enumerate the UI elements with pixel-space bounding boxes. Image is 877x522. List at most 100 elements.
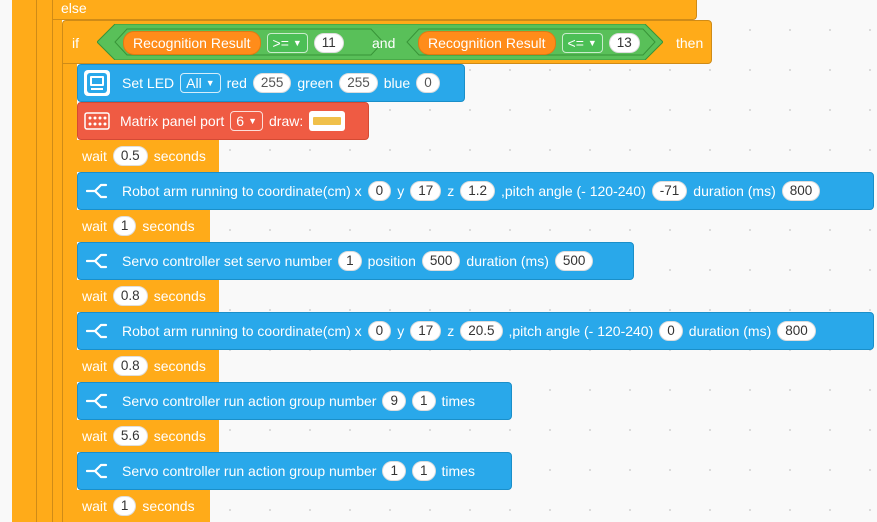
led-target-value: All bbox=[186, 75, 202, 91]
robot-arm-coordinate-block-2[interactable]: Robot arm running to coordinate(cm) x 0 … bbox=[77, 312, 874, 350]
led-blue-input[interactable]: 0 bbox=[416, 73, 440, 93]
matrix-prefix: Matrix panel port bbox=[120, 113, 225, 129]
wait-seconds-input[interactable]: 0.8 bbox=[112, 286, 148, 306]
led-target-dropdown[interactable]: All ▼ bbox=[180, 73, 221, 93]
caret-down-icon: ▼ bbox=[248, 116, 257, 126]
else-label: else bbox=[61, 0, 87, 16]
arm2-prefix: Robot arm running to coordinate(cm) x bbox=[122, 323, 362, 339]
led-blue-label: blue bbox=[383, 75, 411, 91]
left-operator-dropdown[interactable]: >= ▼ bbox=[266, 33, 308, 53]
led-red-input[interactable]: 255 bbox=[252, 73, 292, 93]
arm2-pitch-input[interactable]: 0 bbox=[659, 321, 683, 341]
led-green-label: green bbox=[297, 75, 334, 91]
group2-times-label: times bbox=[441, 463, 475, 479]
arm1-x-input[interactable]: 0 bbox=[367, 181, 392, 201]
group1-times-label: times bbox=[441, 393, 475, 409]
matrix-port-value: 6 bbox=[236, 113, 245, 129]
caret-down-icon: ▼ bbox=[205, 78, 215, 88]
caret-down-icon: ▼ bbox=[292, 38, 302, 48]
arm1-duration-label: duration (ms) bbox=[693, 183, 776, 199]
arm2-duration-label: duration (ms) bbox=[688, 323, 772, 339]
robot-arm-coordinate-block-1[interactable]: Robot arm running to coordinate(cm) x 0 … bbox=[77, 172, 874, 210]
wait-seconds-input[interactable]: 0.8 bbox=[112, 356, 148, 376]
arm1-z-input[interactable]: 1.2 bbox=[460, 181, 495, 201]
wait-label: wait bbox=[82, 148, 107, 164]
wait-block-6[interactable]: wait 1 seconds bbox=[77, 490, 210, 522]
right-operator-dropdown[interactable]: <= ▼ bbox=[561, 33, 603, 53]
arm1-duration-input[interactable]: 800 bbox=[781, 181, 821, 201]
group1-prefix: Servo controller run action group number bbox=[122, 393, 377, 409]
left-recognition-result-reporter[interactable]: Recognition Result bbox=[123, 31, 261, 55]
wait-unit: seconds bbox=[142, 498, 195, 514]
group1-times-input[interactable]: 1 bbox=[411, 391, 436, 411]
servo-prefix: Servo controller set servo number bbox=[122, 253, 333, 269]
matrix-drawing-pixels bbox=[313, 117, 342, 125]
and-label: and bbox=[372, 35, 396, 51]
led-green-input[interactable]: 255 bbox=[339, 73, 378, 93]
arm1-z-label: z bbox=[447, 183, 455, 199]
servo-number-input[interactable]: 1 bbox=[338, 251, 362, 271]
wait-block-1[interactable]: wait 0.5 seconds bbox=[77, 140, 219, 172]
wait-label: wait bbox=[82, 358, 107, 374]
if-block[interactable]: if Recognition Result >= ▼ 11 and Recogni… bbox=[62, 20, 712, 64]
outer-stack-rail-1 bbox=[12, 0, 36, 522]
right-value-input[interactable]: 13 bbox=[608, 33, 640, 53]
group2-prefix: Servo controller run action group number bbox=[122, 463, 377, 479]
wait-block-4[interactable]: wait 0.8 seconds bbox=[77, 350, 219, 382]
matrix-drawing-thumbnail[interactable] bbox=[309, 111, 346, 131]
led-prefix: Set LED bbox=[122, 75, 175, 91]
if-inner-rail bbox=[62, 64, 77, 522]
robot-arm-icon bbox=[86, 323, 108, 339]
arm1-pitch-input[interactable]: -71 bbox=[651, 181, 688, 201]
robot-arm-icon bbox=[86, 393, 108, 409]
robot-arm-icon bbox=[86, 253, 108, 269]
wait-block-3[interactable]: wait 0.8 seconds bbox=[77, 280, 219, 312]
arm1-pitch-label: ,pitch angle (- 120-240) bbox=[501, 183, 646, 199]
left-operator-value: >= bbox=[272, 35, 289, 51]
group1-number-input[interactable]: 9 bbox=[382, 391, 406, 411]
group2-times-input[interactable]: 1 bbox=[411, 461, 436, 481]
arm2-duration-input[interactable]: 800 bbox=[777, 321, 816, 341]
led-red-label: red bbox=[226, 75, 247, 91]
wait-unit: seconds bbox=[153, 358, 206, 374]
action-group-block-2[interactable]: Servo controller run action group number… bbox=[77, 452, 512, 490]
wait-seconds-input[interactable]: 5.6 bbox=[112, 426, 148, 446]
else-block[interactable]: else bbox=[52, 0, 697, 20]
right-operator-value: <= bbox=[567, 35, 584, 51]
matrix-panel-icon bbox=[84, 108, 110, 134]
wait-unit: seconds bbox=[153, 428, 206, 444]
led-panel-icon bbox=[84, 70, 110, 96]
wait-seconds-input[interactable]: 1 bbox=[112, 216, 137, 236]
arm2-y-input[interactable]: 17 bbox=[410, 321, 442, 341]
matrix-port-dropdown[interactable]: 6 ▼ bbox=[230, 111, 263, 131]
servo-position-input[interactable]: 500 bbox=[421, 251, 461, 271]
arm2-z-input[interactable]: 20.5 bbox=[460, 321, 503, 341]
group2-number-input[interactable]: 1 bbox=[382, 461, 406, 481]
left-value-input[interactable]: 11 bbox=[313, 33, 344, 53]
wait-unit: seconds bbox=[153, 288, 206, 304]
wait-seconds-input[interactable]: 1 bbox=[112, 496, 137, 516]
robot-arm-icon bbox=[86, 463, 108, 479]
action-group-block-1[interactable]: Servo controller run action group number… bbox=[77, 382, 512, 420]
servo-duration-input[interactable]: 500 bbox=[554, 251, 594, 271]
arm1-y-input[interactable]: 17 bbox=[410, 181, 442, 201]
wait-seconds-input[interactable]: 0.5 bbox=[112, 146, 148, 166]
else-inner-rail bbox=[52, 20, 62, 522]
set-led-block[interactable]: Set LED All ▼ red 255 green 255 blue 0 bbox=[77, 64, 465, 102]
wait-label: wait bbox=[82, 288, 107, 304]
if-label: if bbox=[72, 35, 79, 51]
wait-label: wait bbox=[82, 428, 107, 444]
left-comparison: Recognition Result >= ▼ 11 bbox=[123, 31, 344, 55]
right-recognition-result-reporter[interactable]: Recognition Result bbox=[418, 31, 556, 55]
servo-set-block[interactable]: Servo controller set servo number 1 posi… bbox=[77, 242, 634, 280]
wait-block-5[interactable]: wait 5.6 seconds bbox=[77, 420, 219, 452]
robot-arm-icon bbox=[86, 183, 108, 199]
servo-position-label: position bbox=[367, 253, 416, 269]
wait-label: wait bbox=[82, 218, 107, 234]
wait-block-2[interactable]: wait 1 seconds bbox=[77, 210, 210, 242]
then-label: then bbox=[676, 35, 704, 51]
servo-duration-label: duration (ms) bbox=[466, 253, 549, 269]
arm2-x-input[interactable]: 0 bbox=[367, 321, 392, 341]
matrix-panel-block[interactable]: Matrix panel port 6 ▼ draw: bbox=[77, 102, 369, 140]
arm2-y-label: y bbox=[397, 323, 405, 339]
